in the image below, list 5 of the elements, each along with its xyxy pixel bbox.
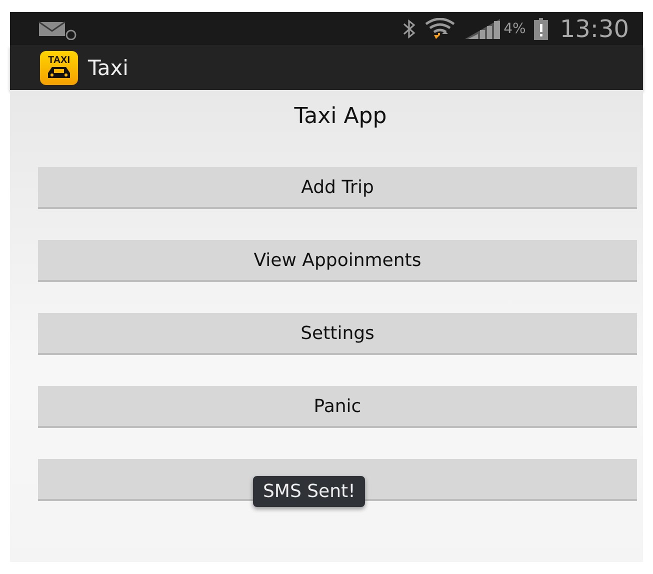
app-title: Taxi bbox=[88, 56, 128, 80]
clock: 13:30 bbox=[560, 14, 629, 42]
battery-percent: 4% bbox=[504, 20, 526, 36]
sms-toast: SMS Sent! bbox=[253, 476, 366, 507]
heading: Taxi App bbox=[293, 104, 388, 129]
